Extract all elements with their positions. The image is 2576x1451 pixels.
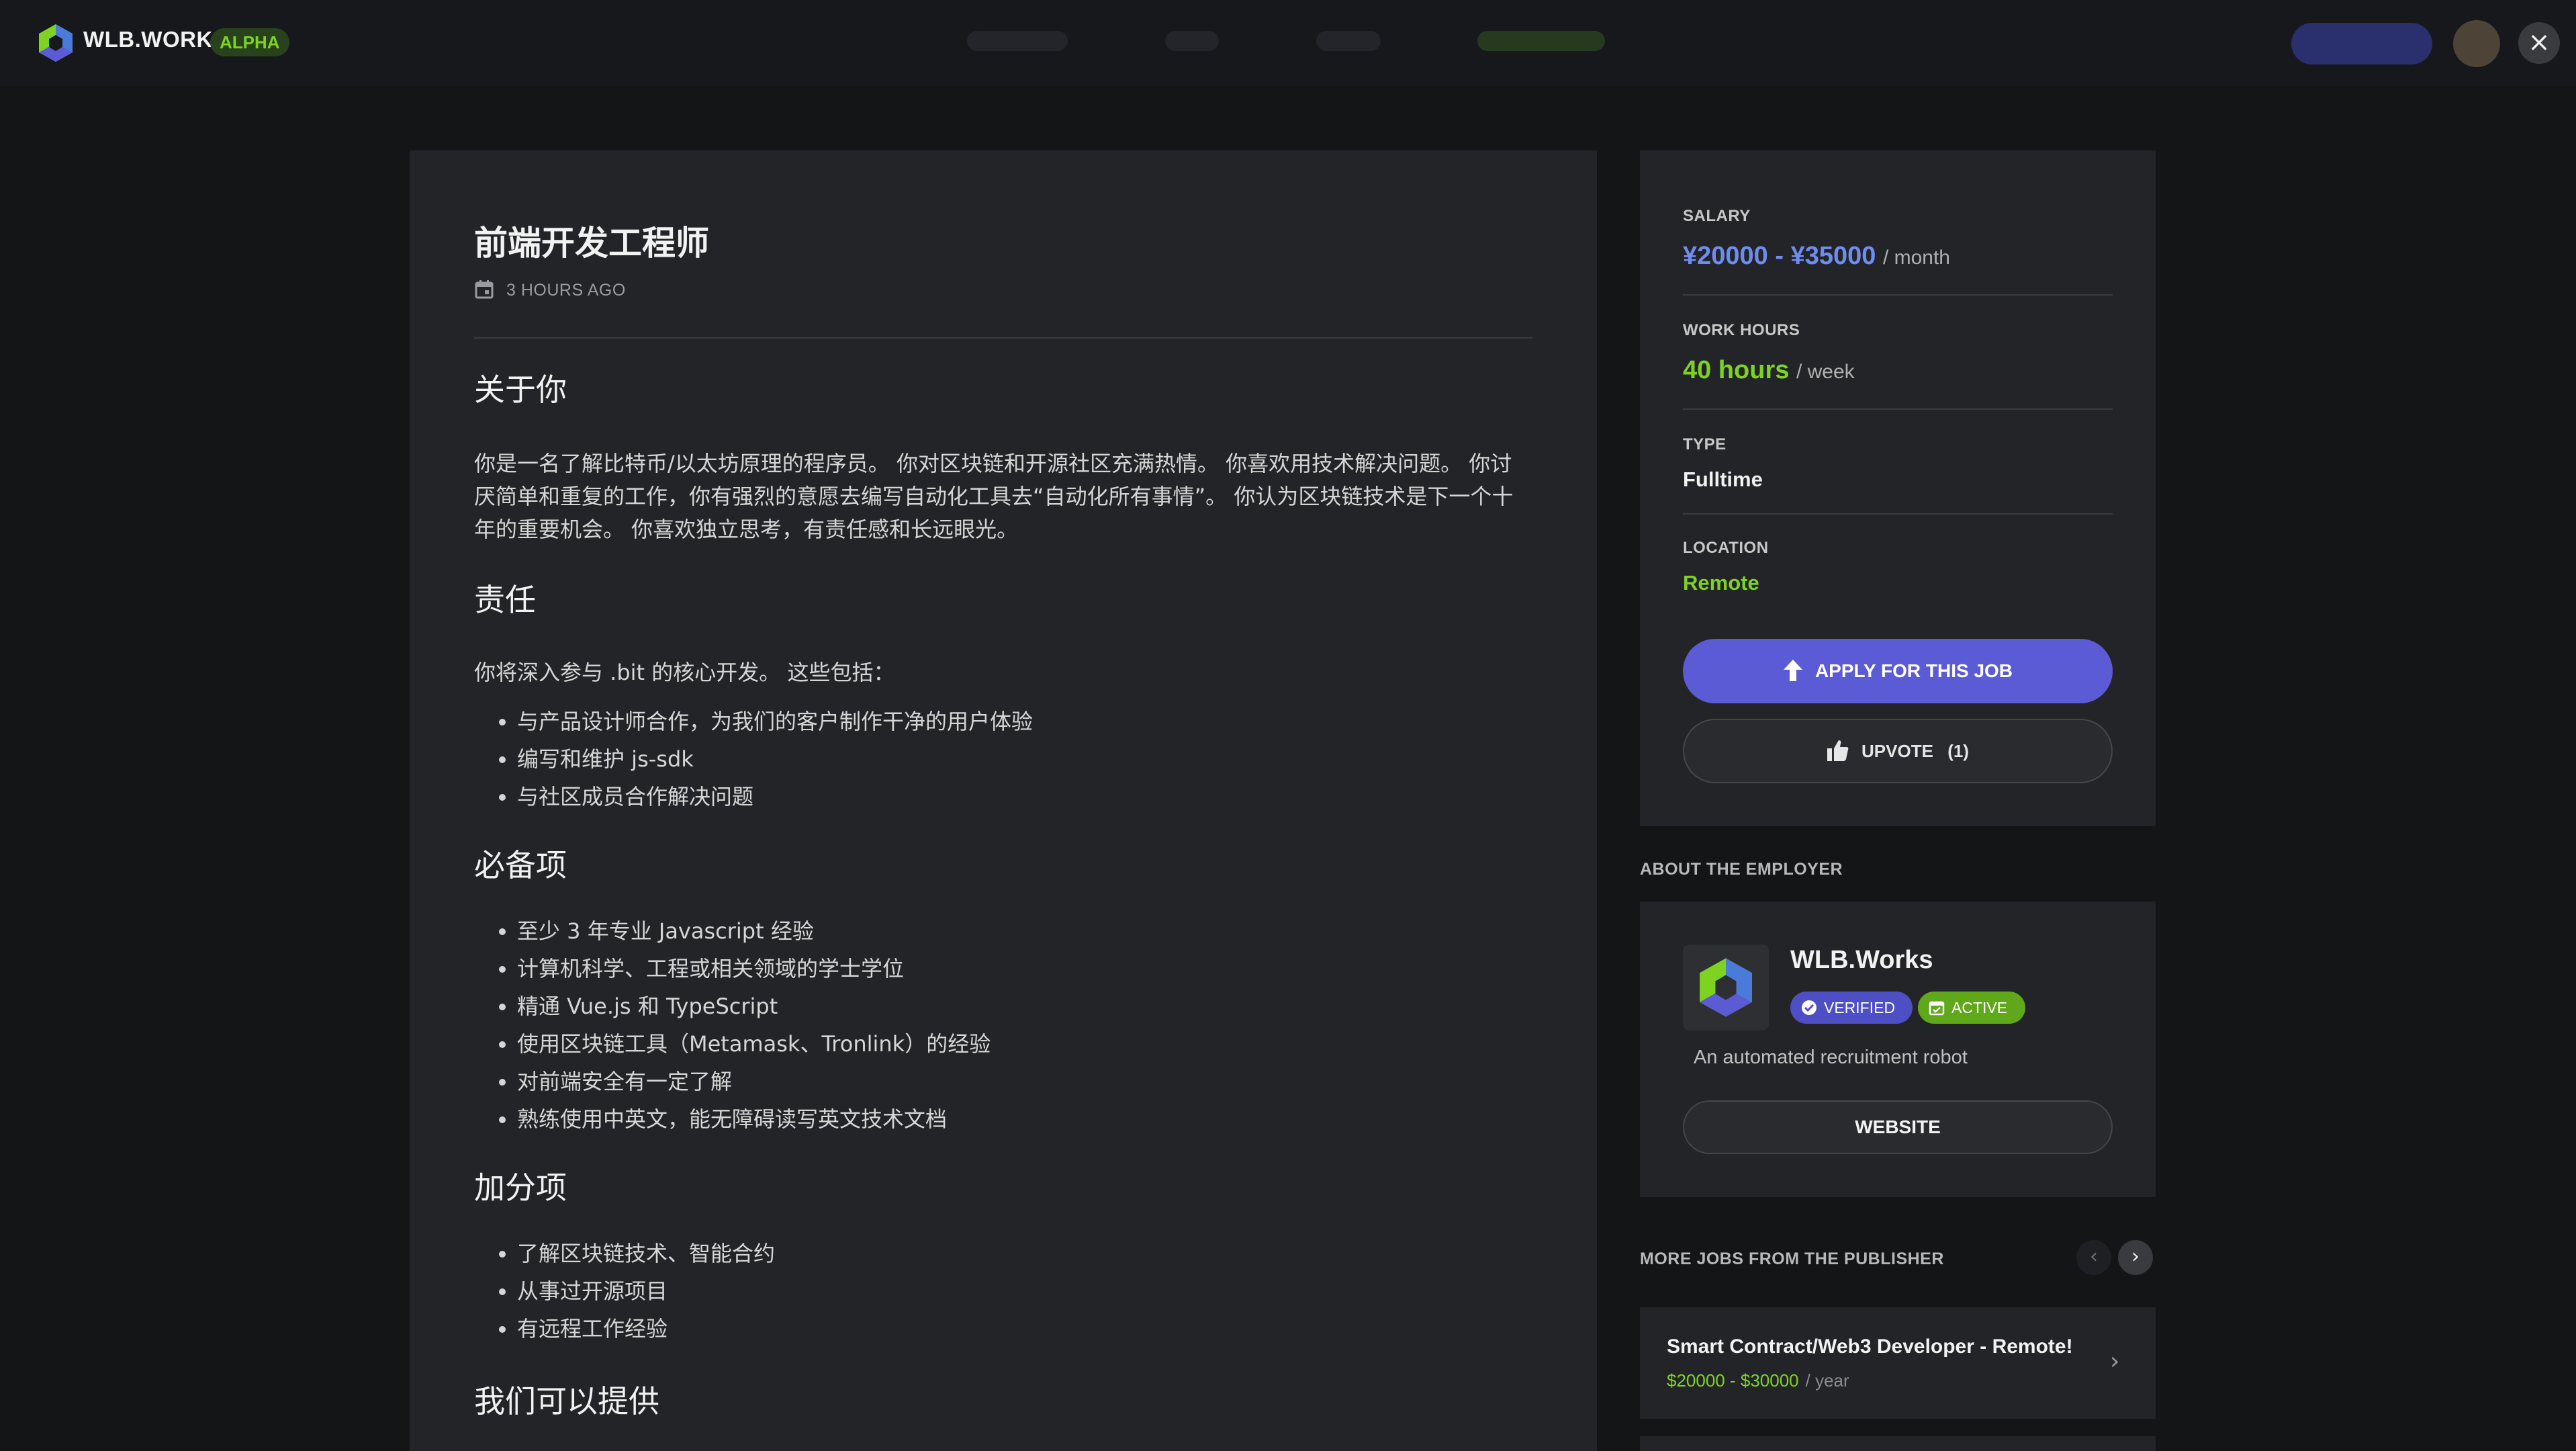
- upvote-count: (1): [1947, 741, 1969, 761]
- list-item: 使用区块链工具（Metamask、Tronlink）的经验: [517, 1025, 1532, 1063]
- work-hours-label: WORK HOURS: [1683, 321, 1800, 339]
- employer-name[interactable]: WLB.Works: [1790, 946, 1933, 975]
- calendar-check-icon: [1929, 1001, 1945, 1016]
- more-job-salary: $20000 - $30000 / year: [1667, 1370, 1849, 1391]
- chevron-right-icon[interactable]: ›: [2118, 1240, 2153, 1275]
- top-navigation-bar: WLB.WORKS ALPHA ×: [0, 0, 2576, 86]
- active-label: ACTIVE: [1951, 999, 2008, 1016]
- post-job-button[interactable]: [2291, 23, 2432, 64]
- bonus-list: 了解区块链技术、智能合约 从事过开源项目 有远程工作经验: [474, 1235, 1532, 1348]
- more-job-title: Smart Contract/Web3 Developer - Remote!: [1667, 1335, 2073, 1358]
- employer-logo: [1683, 944, 1769, 1030]
- requirements-list: 至少 3 年专业 Javascript 经验 计算机科学、工程或相关领域的学士学…: [474, 912, 1532, 1138]
- apply-button-label: APPLY FOR THIS JOB: [1814, 660, 2013, 681]
- divider: [474, 337, 1532, 339]
- more-jobs-section-title: MORE JOBS FROM THE PUBLISHER: [1640, 1249, 1944, 1268]
- divider: [1683, 408, 2113, 410]
- list-item: 了解区块链技术、智能合约: [517, 1235, 1532, 1272]
- nav-item-blurred[interactable]: [1316, 31, 1381, 51]
- type-label: TYPE: [1683, 435, 1727, 453]
- location-label: LOCATION: [1683, 539, 1769, 557]
- nav-item-blurred[interactable]: [967, 31, 1068, 51]
- nav-item-blurred[interactable]: [1477, 31, 1605, 51]
- salary-value: ¥20000 - ¥35000 / month: [1683, 242, 1950, 271]
- responsibilities-list: 与产品设计师合作，为我们的客户制作干净的用户体验 编写和维护 js-sdk 与社…: [474, 703, 1532, 816]
- divider: [1683, 513, 2113, 515]
- list-item: 有远程工作经验: [517, 1310, 1532, 1348]
- verified-label: VERIFIED: [1824, 999, 1896, 1016]
- about-paragraph: 你是一名了解比特币/以太坊原理的程序员。 你对区块链和开源社区充满热情。 你喜欢…: [474, 451, 1514, 542]
- upvote-button[interactable]: UPVOTE (1): [1683, 719, 2113, 783]
- list-item: 对前端安全有一定了解: [517, 1063, 1532, 1100]
- upload-arrow-icon: [1783, 660, 1802, 681]
- section-heading-responsibilities: 责任: [474, 582, 536, 618]
- salary-range: ¥20000 - ¥35000: [1683, 242, 1876, 270]
- calendar-icon: [475, 280, 494, 299]
- list-item: 与社区成员合作解决问题: [517, 778, 1532, 816]
- work-hours-unit: / week: [1796, 361, 1855, 383]
- wlb-logo-icon: [1700, 958, 1752, 1017]
- employer-description: An automated recruitment robot: [1694, 1047, 1968, 1068]
- list-item: 计算机科学、工程或相关领域的学士学位: [517, 950, 1532, 987]
- chevron-left-icon[interactable]: ‹: [2076, 1240, 2111, 1275]
- brand-name[interactable]: WLB.WORKS: [83, 27, 228, 52]
- salary-unit: / month: [1882, 247, 1950, 269]
- close-icon[interactable]: ×: [2518, 22, 2560, 64]
- type-value: Fulltime: [1683, 468, 1763, 491]
- job-description-panel: 前端开发工程师 3 HOURS AGO 关于你 你是一名了解比特币/以太坊原理的…: [410, 150, 1597, 1451]
- job-title: 前端开发工程师: [474, 224, 709, 263]
- verified-badge: VERIFIED: [1790, 992, 1913, 1024]
- section-heading-bonus: 加分项: [474, 1170, 567, 1206]
- list-item: 从事过开源项目: [517, 1272, 1532, 1310]
- more-job-card[interactable]: Smart Contract/Web3 Developer - Remote! …: [1640, 1307, 2156, 1419]
- job-body: 关于你 你是一名了解比特币/以太坊原理的程序员。 你对区块链和开源社区充满热情。…: [474, 365, 1532, 1421]
- posted-time: 3 HOURS AGO: [474, 279, 626, 300]
- website-button[interactable]: WEBSITE: [1683, 1100, 2113, 1154]
- responsibilities-intro: 你将深入参与 .bit 的核心开发。 这些包括：: [474, 660, 895, 685]
- nav-item-blurred[interactable]: [1165, 31, 1219, 51]
- list-item: 与产品设计师合作，为我们的客户制作干净的用户体验: [517, 703, 1532, 740]
- section-heading-offer: 我们可以提供: [474, 1383, 659, 1419]
- divider: [1683, 294, 2113, 296]
- user-avatar[interactable]: [2453, 20, 2500, 67]
- section-heading-about: 关于你: [474, 371, 567, 408]
- list-item: 至少 3 年专业 Javascript 经验: [517, 912, 1532, 950]
- more-job-salary-range: $20000 - $30000: [1667, 1370, 1799, 1391]
- work-hours-amount: 40 hours: [1683, 356, 1790, 384]
- more-job-card[interactable]: [1640, 1436, 2156, 1451]
- apply-button[interactable]: APPLY FOR THIS JOB: [1683, 639, 2113, 703]
- section-heading-requirements: 必备项: [474, 847, 567, 883]
- posted-time-text: 3 HOURS AGO: [506, 281, 626, 300]
- thumbs-up-icon: [1827, 740, 1849, 761]
- salary-label: SALARY: [1683, 207, 1751, 225]
- list-item: 熟练使用中英文，能无障碍读写英文技术文档: [517, 1100, 1532, 1138]
- wlb-logo-icon[interactable]: [38, 23, 74, 63]
- employer-section-title: ABOUT THE EMPLOYER: [1640, 860, 1843, 879]
- employer-card: WLB.Works VERIFIED ACTIVE An automated r…: [1640, 902, 2156, 1197]
- list-item: 精通 Vue.js 和 TypeScript: [517, 987, 1532, 1025]
- alpha-badge: ALPHA: [210, 28, 289, 56]
- list-item: 编写和维护 js-sdk: [517, 740, 1532, 778]
- location-value: Remote: [1683, 571, 1759, 595]
- chevron-right-icon: ›: [2110, 1348, 2120, 1375]
- job-facts-panel: SALARY ¥20000 - ¥35000 / month WORK HOUR…: [1640, 150, 2156, 826]
- check-circle-icon: [1802, 1000, 1816, 1015]
- more-job-salary-unit: / year: [1805, 1370, 1849, 1391]
- work-hours-value: 40 hours / week: [1683, 356, 1855, 385]
- upvote-label: UPVOTE: [1861, 741, 1933, 761]
- active-badge: ACTIVE: [1918, 992, 2025, 1024]
